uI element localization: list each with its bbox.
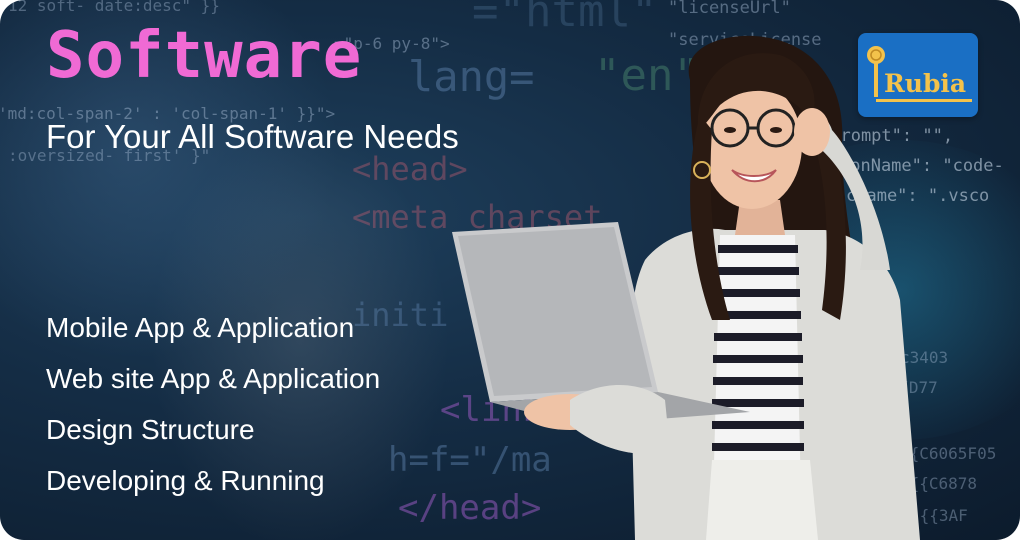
tagline: For Your All Software Needs [46,118,459,155]
service-item: Design Structure [46,414,255,445]
service-item: Web site App & Application [46,363,381,394]
logo-wordmark: Rubia [884,69,967,98]
service-item: Mobile App & Application [46,312,355,343]
promo-banner: 12 soft- date:desc" }} ="html" "licenseU… [0,0,1020,540]
services-list: Mobile App & Application Web site App & … [46,309,380,513]
code-line: 12 soft- date:desc" }} [8,0,220,15]
service-item: Developing & Running [46,465,325,496]
headline: Software [46,19,363,93]
rubia-logo: Rubia [858,33,978,117]
code-line: "licenseUrl" [668,0,791,18]
